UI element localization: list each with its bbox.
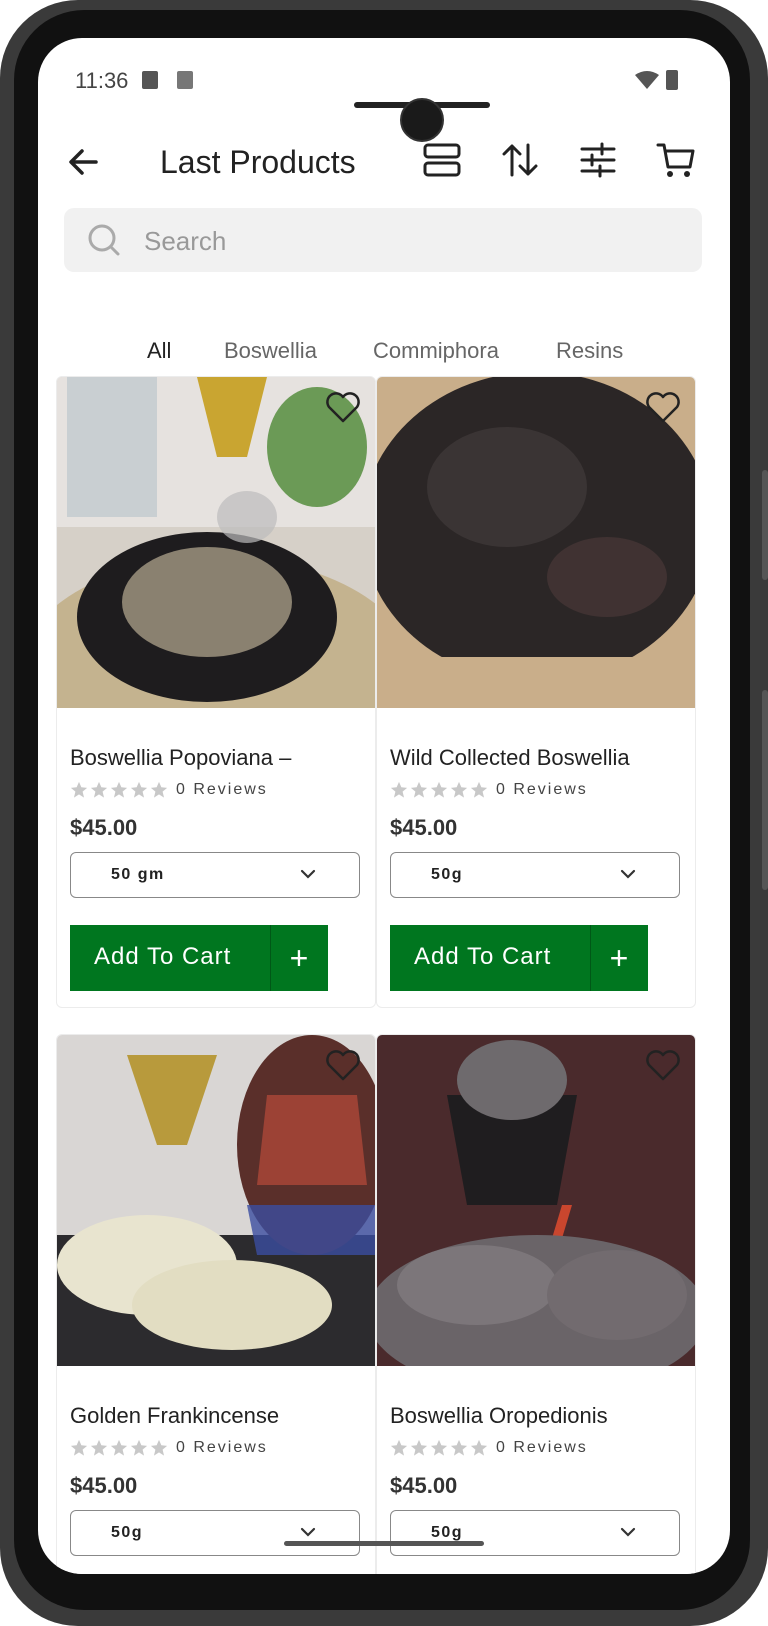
star-icon (130, 1439, 148, 1456)
chevron-down-icon (300, 869, 316, 879)
star-icon (430, 781, 448, 798)
rating-stars (390, 781, 488, 799)
favorite-icon[interactable] (325, 391, 361, 423)
favorite-icon[interactable] (645, 1049, 681, 1081)
review-count: 0 Reviews (176, 781, 268, 798)
star-icon (110, 1439, 128, 1456)
product-card[interactable]: Golden Frankincense 0 Reviews $45.00 50g (56, 1034, 376, 1574)
tune-icon (580, 142, 616, 178)
star-icon (90, 781, 108, 798)
weight-value: 50g (111, 1524, 144, 1541)
cart-icon (656, 143, 695, 177)
product-price: $45.00 (70, 1473, 138, 1498)
product-image (377, 1035, 695, 1366)
product-card[interactable]: Wild Collected Boswellia 0 Reviews $45.0… (376, 376, 696, 1008)
star-icon (130, 781, 148, 798)
add-to-cart-label: Add To Cart (414, 943, 552, 970)
product-card[interactable]: Boswellia Oropedionis 0 Reviews $45.00 5… (376, 1034, 696, 1574)
tab-boswellia[interactable]: Boswellia (224, 338, 317, 364)
product-name[interactable]: Boswellia Popoviana – (70, 745, 291, 771)
status-time: 11:36 (75, 68, 129, 93)
back-button[interactable] (64, 140, 108, 184)
weight-select[interactable]: 50g (390, 1510, 680, 1556)
weight-select[interactable]: 50 gm (70, 852, 360, 898)
front-camera (400, 98, 444, 142)
rating-stars (390, 1439, 488, 1457)
product-image (57, 1035, 375, 1366)
product-price: $45.00 (390, 815, 458, 840)
product-image (377, 377, 695, 708)
star-icon (110, 781, 128, 798)
product-name[interactable]: Boswellia Oropedionis (390, 1403, 608, 1429)
review-count: 0 Reviews (496, 781, 588, 798)
product-price: $45.00 (70, 815, 138, 840)
star-icon (430, 1439, 448, 1456)
star-icon (390, 781, 408, 798)
star-icon (470, 1439, 488, 1456)
star-icon (410, 781, 428, 798)
chevron-down-icon (620, 1527, 636, 1537)
review-count: 0 Reviews (176, 1439, 268, 1456)
cart-button[interactable] (652, 136, 700, 184)
star-icon (450, 781, 468, 798)
favorite-icon[interactable] (325, 1049, 361, 1081)
weight-select[interactable]: 50g (390, 852, 680, 898)
sort-icon (502, 143, 538, 177)
plus-icon[interactable]: + (590, 925, 648, 991)
rating-stars (70, 1439, 168, 1457)
arrow-left-icon (69, 149, 98, 175)
weight-value: 50g (431, 866, 464, 883)
search-bar[interactable]: Search (64, 208, 702, 272)
keyboard-icon (177, 71, 193, 89)
search-icon (88, 224, 120, 256)
star-icon (470, 781, 488, 798)
star-icon (70, 781, 88, 798)
chevron-down-icon (620, 869, 636, 879)
side-button (762, 690, 768, 890)
product-card[interactable]: Boswellia Popoviana – 0 Reviews $45.00 5… (56, 376, 376, 1008)
plus-icon[interactable]: + (270, 925, 328, 991)
app-screen: 11:36 Last Products Search All Boswellia… (38, 38, 730, 1574)
home-indicator[interactable] (284, 1541, 484, 1546)
star-icon (390, 1439, 408, 1456)
weight-value: 50 gm (111, 866, 165, 883)
star-icon (450, 1439, 468, 1456)
star-icon (410, 1439, 428, 1456)
add-to-cart-button[interactable]: Add To Cart + (390, 925, 648, 991)
tab-commiphora[interactable]: Commiphora (373, 338, 499, 364)
wifi-icon (635, 71, 659, 89)
page-title: Last Products (160, 144, 356, 180)
add-to-cart-button[interactable]: Add To Cart + (70, 925, 328, 991)
sort-button[interactable] (496, 136, 544, 184)
side-button (762, 470, 768, 580)
filter-button[interactable] (574, 136, 622, 184)
product-name[interactable]: Golden Frankincense (70, 1403, 279, 1429)
star-icon (150, 781, 168, 798)
weight-select[interactable]: 50g (70, 1510, 360, 1556)
list-view-icon (423, 143, 461, 177)
favorite-icon[interactable] (645, 391, 681, 423)
product-image (57, 377, 375, 708)
star-icon (90, 1439, 108, 1456)
product-name[interactable]: Wild Collected Boswellia (390, 745, 630, 771)
search-input[interactable]: Search (144, 226, 226, 257)
chevron-down-icon (300, 1527, 316, 1537)
add-to-cart-label: Add To Cart (94, 943, 232, 970)
weight-value: 50g (431, 1524, 464, 1541)
rating-stars (70, 781, 168, 799)
battery-icon (666, 70, 678, 90)
tab-all[interactable]: All (147, 338, 171, 364)
sd-card-icon (142, 71, 158, 89)
star-icon (70, 1439, 88, 1456)
view-toggle-button[interactable] (418, 136, 466, 184)
toolbar: Last Products (38, 128, 730, 198)
product-price: $45.00 (390, 1473, 458, 1498)
star-icon (150, 1439, 168, 1456)
review-count: 0 Reviews (496, 1439, 588, 1456)
tab-resins[interactable]: Resins (556, 338, 623, 364)
